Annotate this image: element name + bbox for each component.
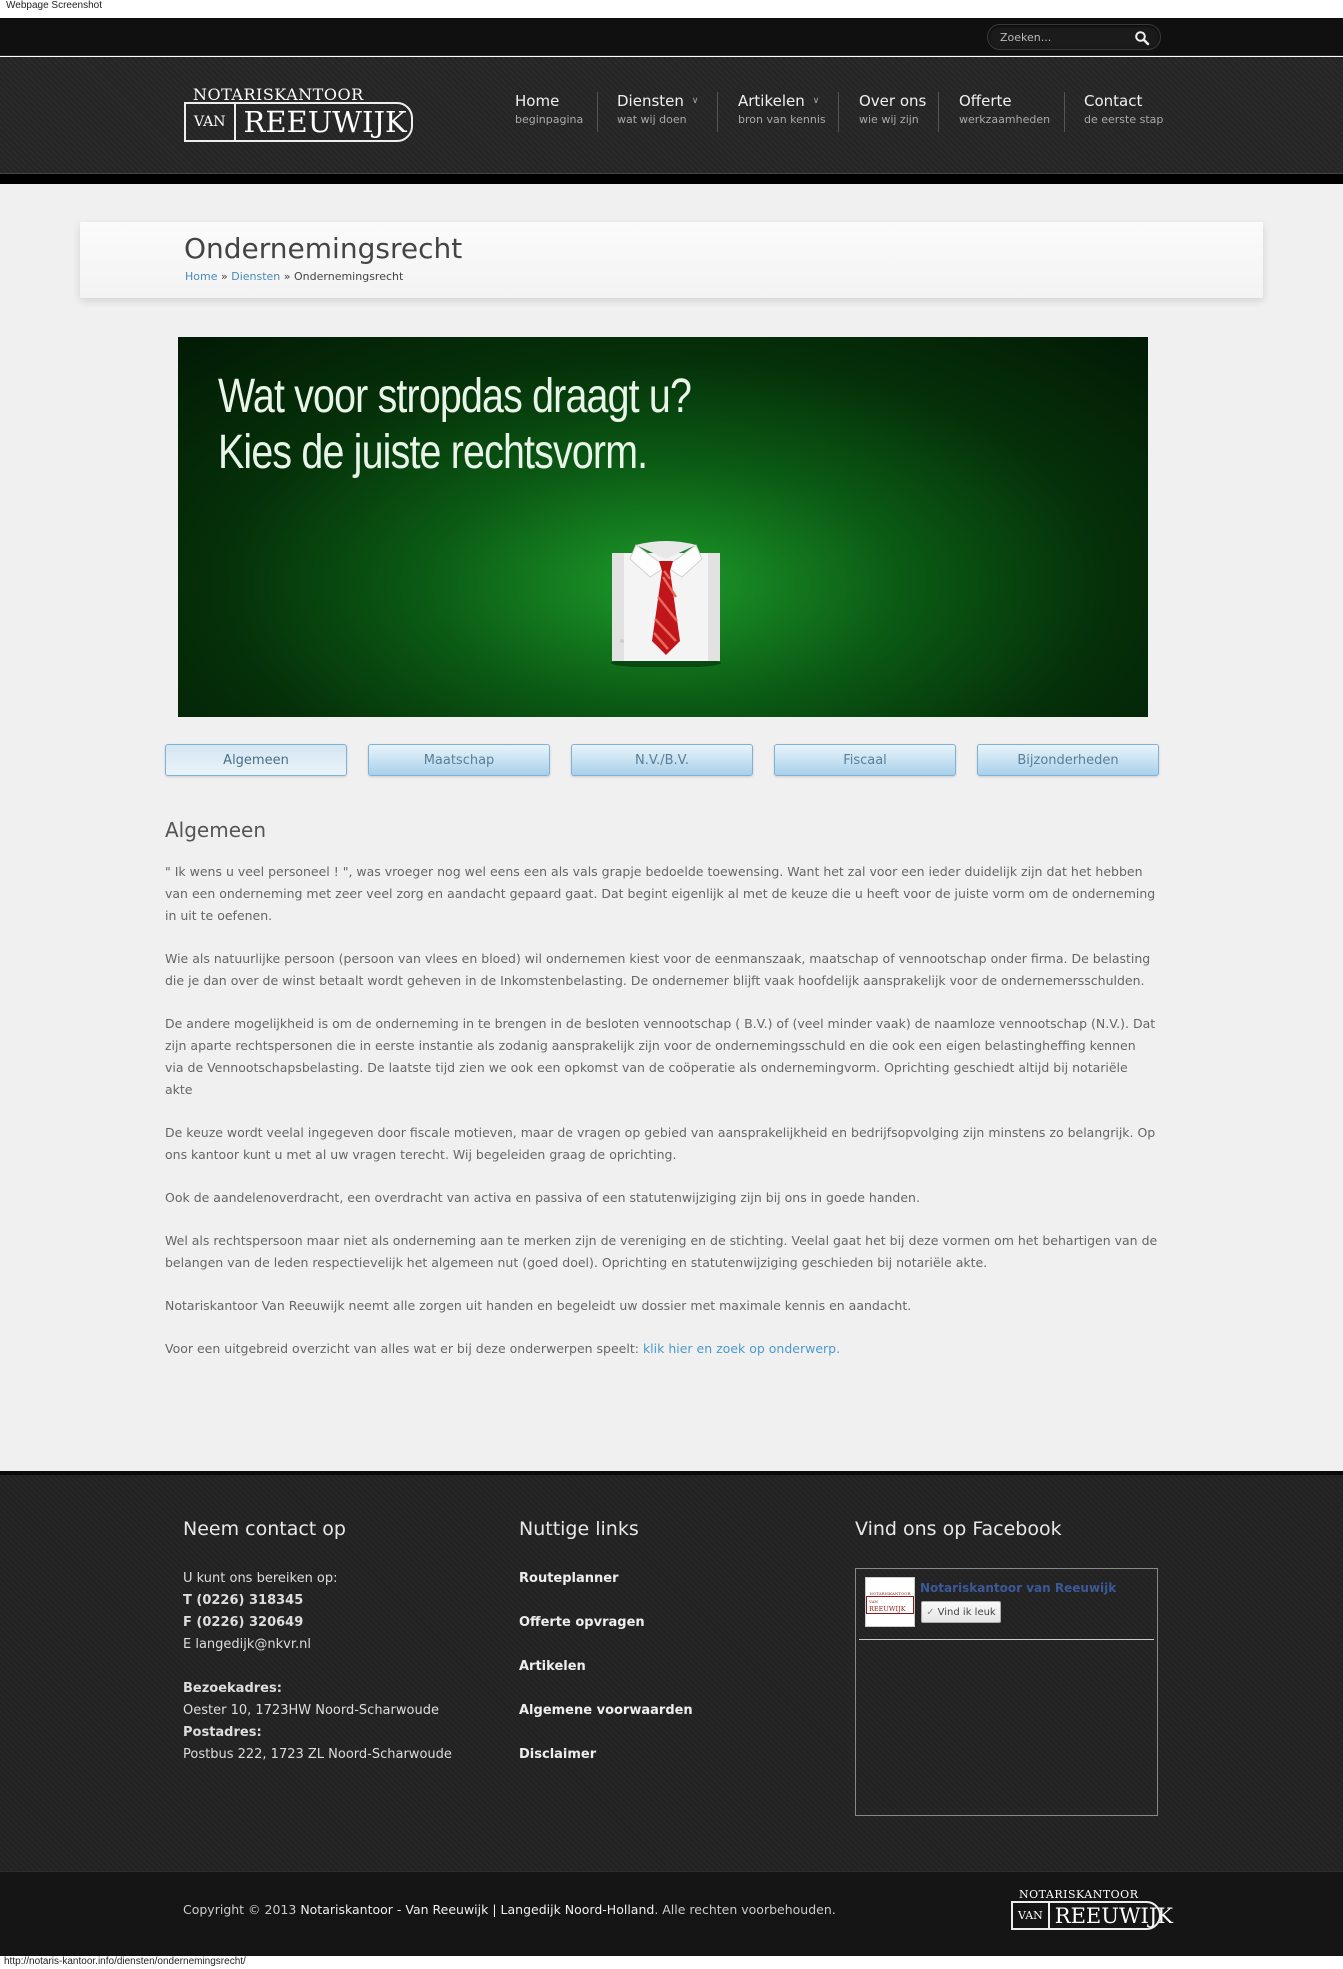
- facebook-page-name[interactable]: Notariskantoor van Reeuwijk: [920, 1581, 1116, 1595]
- article-paragraph: Ook de aandelenoverdracht, een overdrach…: [165, 1190, 920, 1205]
- thumb-logo-reeuwijk: REEUWIJK: [869, 1604, 906, 1613]
- tab-fiscaal[interactable]: Fiscaal: [774, 744, 956, 776]
- nav-offerte-sub: werkzaamheden: [959, 113, 1051, 126]
- section-heading: Algemeen: [165, 818, 267, 842]
- footer-logo-name: REEUWIJK: [1054, 1903, 1173, 1928]
- nav-artikelen[interactable]: Artikelen ∨ bron van kennis: [738, 92, 826, 132]
- shirt-tie-image: [611, 541, 721, 667]
- facebook-divider: [859, 1639, 1154, 1640]
- article-paragraph: Voor een uitgebreid overzicht van alles …: [165, 1338, 1158, 1360]
- footer-contact-intro: U kunt ons bereiken op:: [183, 1571, 338, 1586]
- footer-phone: T (0226) 318345: [183, 1593, 304, 1608]
- nav-diensten-label: Diensten: [617, 92, 684, 110]
- chevron-down-icon: ∨: [812, 96, 820, 106]
- nav-over-ons[interactable]: Over ons wie wij zijn: [859, 92, 926, 132]
- nav-separator: [1064, 92, 1065, 132]
- footer-logo-top-text[interactable]: NOTARISKANTOOR: [1019, 1888, 1138, 1901]
- logo-van: VAN: [186, 104, 236, 140]
- tab-algemeen[interactable]: Algemeen: [165, 744, 347, 776]
- footer-link-routeplanner[interactable]: Routeplanner: [519, 1571, 619, 1586]
- search-topic-link[interactable]: klik hier en zoek op onderwerp.: [643, 1341, 840, 1356]
- nav-contact[interactable]: Contact de eerste stap: [1084, 92, 1163, 132]
- nav-home[interactable]: Home beginpagina: [515, 92, 583, 132]
- status-url: http://notaris-kantoor.info/diensten/ond…: [0, 1956, 1343, 1969]
- facebook-page-thumbnail[interactable]: NOTARISKANTOOR VAN REEUWIJK: [865, 1577, 915, 1627]
- footer-contact-heading: Neem contact op: [183, 1518, 346, 1540]
- breadcrumb: Home » Diensten » Ondernemingsrecht: [185, 270, 403, 283]
- facebook-widget: NOTARISKANTOOR VAN REEUWIJK Notariskanto…: [855, 1568, 1158, 1816]
- copyright-prefix: Copyright © 2013: [183, 1902, 301, 1917]
- nav-over-ons-sub: wie wij zijn: [859, 113, 919, 126]
- footer-link-voorwaarden[interactable]: Algemene voorwaarden: [519, 1703, 693, 1718]
- nav-separator: [717, 92, 718, 132]
- footer-links-heading: Nuttige links: [519, 1518, 639, 1540]
- article-paragraph: De andere mogelijkheid is om de ondernem…: [165, 1016, 1156, 1097]
- facebook-like-button[interactable]: ✓ Vind ik leuk: [921, 1601, 1001, 1623]
- footer-email[interactable]: E langedijk@nkvr.nl: [183, 1637, 311, 1652]
- footer-facebook-heading: Vind ons op Facebook: [855, 1518, 1062, 1540]
- tab-bijzonderheden[interactable]: Bijzonderheden: [977, 744, 1159, 776]
- thumb-logo-van: VAN: [869, 1598, 879, 1604]
- breadcrumb-diensten[interactable]: Diensten: [231, 270, 280, 283]
- site-logo[interactable]: VAN REEUWIJK: [184, 102, 413, 142]
- copyright-suffix: . Alle rechten voorbehouden.: [654, 1902, 836, 1917]
- footer-visit-label: Bezoekadres:: [183, 1681, 282, 1696]
- chevron-down-icon: ∨: [691, 96, 699, 106]
- search-icon[interactable]: [1134, 30, 1150, 46]
- footer-fax: F (0226) 320649: [183, 1615, 304, 1630]
- footer-post-label: Postadres:: [183, 1725, 262, 1740]
- search-box[interactable]: [987, 24, 1161, 50]
- article-paragraph: Notariskantoor Van Reeuwijk neemt alle z…: [165, 1298, 912, 1313]
- logo-name: REEUWIJK: [243, 105, 407, 139]
- hero-banner: Wat voor stropdas draagt u? Kies de juis…: [178, 337, 1148, 717]
- footer-link-disclaimer[interactable]: Disclaimer: [519, 1747, 596, 1762]
- search-input[interactable]: [1000, 29, 1130, 45]
- article-paragraph: De keuze wordt veelal ingegeven door fis…: [165, 1125, 1156, 1162]
- tab-maatschap[interactable]: Maatschap: [368, 744, 550, 776]
- nav-over-ons-label: Over ons: [859, 92, 927, 110]
- article-paragraph: " Ik wens u veel personeel ! ", was vroe…: [165, 864, 1156, 923]
- check-icon: ✓: [926, 1606, 935, 1618]
- footer-link-artikelen[interactable]: Artikelen: [519, 1659, 586, 1674]
- tab-nv-bv[interactable]: N.V./B.V.: [571, 744, 753, 776]
- nav-offerte-label: Offerte: [959, 92, 1012, 110]
- thumb-logo-name: VAN REEUWIJK: [866, 1595, 914, 1614]
- hero-headline: Wat voor stropdas draagt u?: [218, 370, 692, 423]
- nav-separator: [838, 92, 839, 132]
- screenshot-label: Webpage Screenshot: [6, 0, 102, 11]
- breadcrumb-separator: »: [283, 270, 291, 283]
- footer-post-address: Postbus 222, 1723 ZL Noord-Scharwoude: [183, 1747, 452, 1762]
- nav-diensten[interactable]: Diensten ∨ wat wij doen: [617, 92, 698, 132]
- nav-diensten-sub: wat wij doen: [617, 113, 687, 126]
- breadcrumb-home[interactable]: Home: [185, 270, 217, 283]
- page-title: Ondernemingsrecht: [184, 232, 463, 265]
- footer-visit-address: Oester 10, 1723HW Noord-Scharwoude: [183, 1703, 439, 1718]
- nav-separator: [597, 92, 598, 132]
- footer-link-offerte[interactable]: Offerte opvragen: [519, 1615, 645, 1630]
- nav-artikelen-sub: bron van kennis: [738, 113, 826, 126]
- nav-offerte[interactable]: Offerte werkzaamheden: [959, 92, 1050, 132]
- nav-contact-label: Contact: [1084, 92, 1143, 110]
- hero-subheadline: Kies de juiste rechtsvorm.: [218, 426, 648, 479]
- article-paragraph: Wie als natuurlijke persoon (persoon van…: [165, 951, 1151, 988]
- facebook-like-label: Vind ik leuk: [937, 1606, 996, 1618]
- article-paragraph: Wel als rechtspersoon maar niet als onde…: [165, 1233, 1158, 1270]
- copyright-text: Copyright © 2013 Notariskantoor - Van Re…: [183, 1902, 836, 1917]
- copyright-name: Notariskantoor - Van Reeuwijk | Langedij…: [300, 1902, 655, 1917]
- breadcrumb-separator: »: [220, 270, 228, 283]
- footer-logo[interactable]: VAN REEUWIJK: [1011, 1901, 1173, 1930]
- header-divider: [0, 174, 1343, 184]
- breadcrumb-current: Ondernemingsrecht: [294, 270, 404, 283]
- article-last-text: Voor een uitgebreid overzicht van alles …: [165, 1341, 643, 1356]
- nav-separator: [938, 92, 939, 132]
- footer-logo-van: VAN: [1013, 1903, 1050, 1928]
- nav-artikelen-label: Artikelen: [738, 92, 805, 110]
- nav-home-sub: beginpagina: [515, 113, 584, 126]
- nav-home-label: Home: [515, 92, 560, 110]
- nav-contact-sub: de eerste stap: [1084, 113, 1164, 126]
